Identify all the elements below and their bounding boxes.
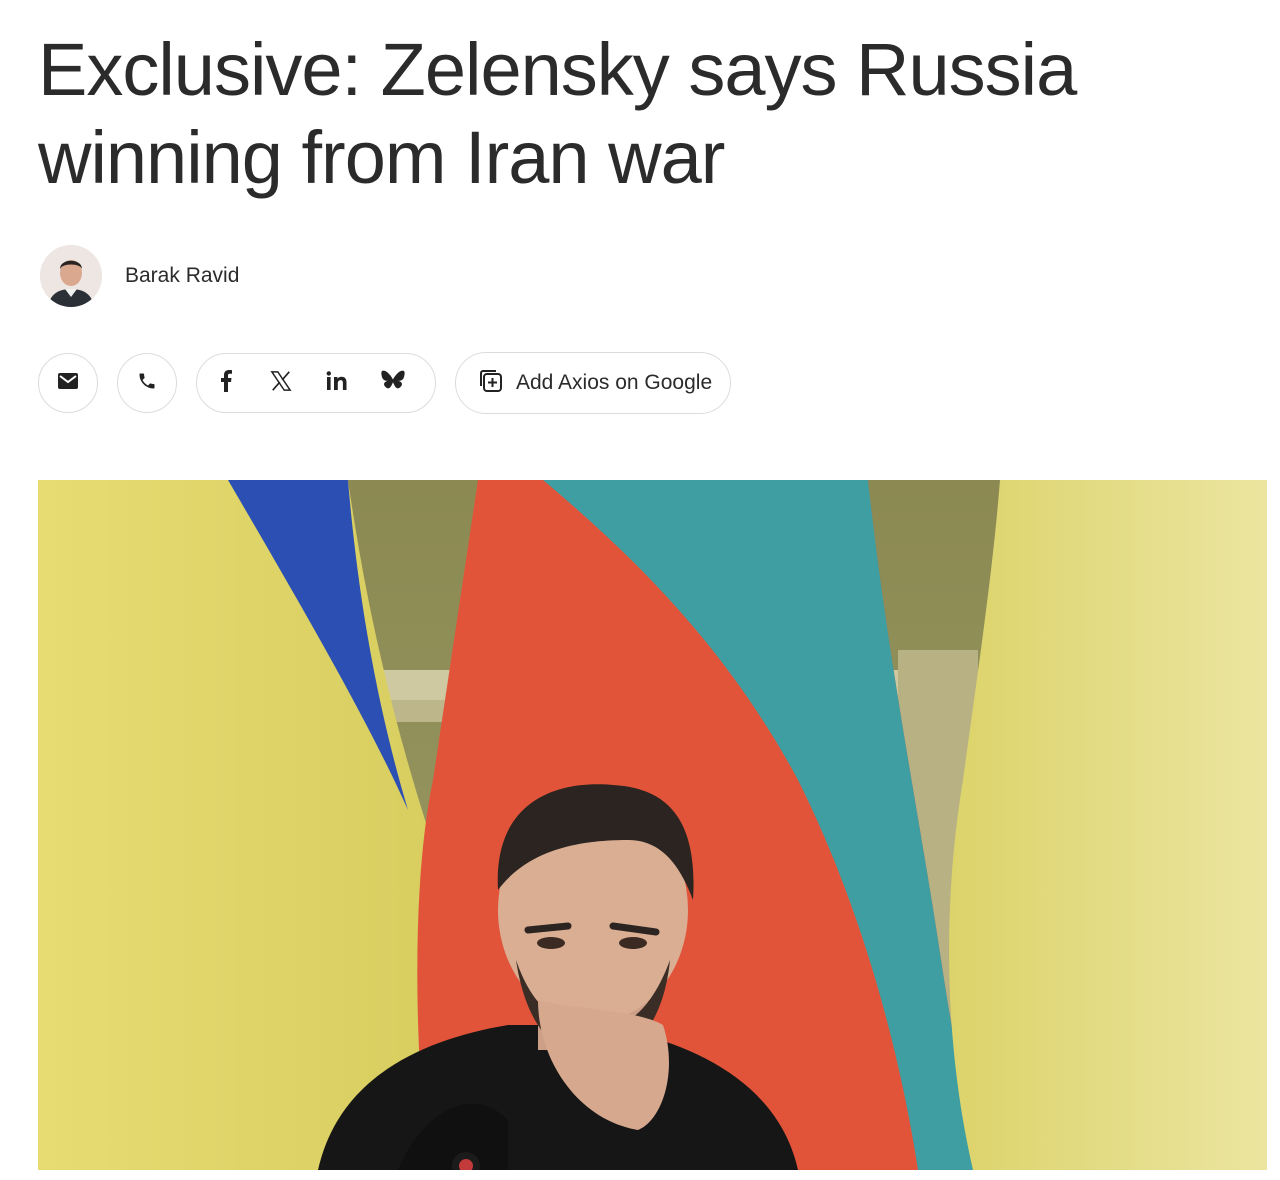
author-byline: Barak Ravid: [40, 245, 239, 307]
email-icon: [58, 372, 78, 394]
phone-share-button[interactable]: [117, 353, 177, 413]
share-toolbar: Add Axios on Google: [38, 352, 732, 414]
social-share-group: [196, 353, 436, 413]
article-headline: Exclusive: Zelensky says Russia winning …: [38, 28, 1077, 199]
linkedin-share-button[interactable]: [309, 355, 365, 411]
phone-icon: [137, 371, 157, 396]
x-share-button[interactable]: [253, 355, 309, 411]
author-avatar[interactable]: [40, 245, 102, 307]
bluesky-icon: [381, 370, 405, 397]
hero-image: [38, 480, 1267, 1170]
facebook-icon: [220, 369, 232, 397]
bluesky-share-button[interactable]: [365, 355, 421, 411]
x-icon: [270, 370, 292, 397]
email-share-button[interactable]: [38, 353, 98, 413]
linkedin-icon: [326, 370, 348, 396]
add-axios-on-google-label: Add Axios on Google: [516, 371, 713, 394]
add-axios-on-google-button[interactable]: Add Axios on Google: [455, 352, 732, 414]
facebook-share-button[interactable]: [211, 355, 241, 411]
author-name[interactable]: Barak Ravid: [125, 264, 239, 288]
add-source-icon: [478, 368, 504, 399]
